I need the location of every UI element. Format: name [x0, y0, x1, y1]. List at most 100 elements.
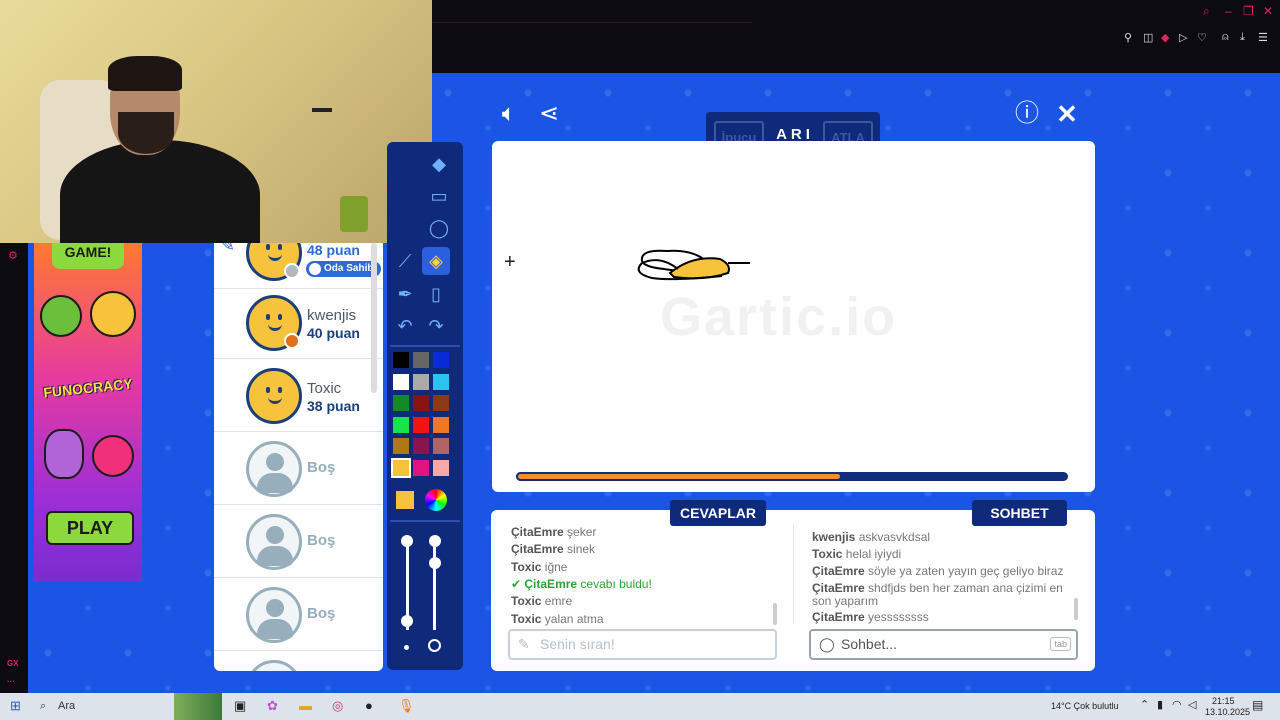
check-icon: ✔ [511, 576, 525, 591]
color-swatch[interactable] [433, 395, 449, 411]
tab-key-hint: tab [1050, 637, 1071, 651]
color-swatch[interactable] [413, 459, 429, 476]
opacity-knob[interactable] [429, 557, 441, 569]
chat-message: ÇitaEmre yessssssss [812, 611, 1070, 624]
message-author: ÇitaEmre [812, 610, 869, 624]
restore-icon[interactable]: ❐ [1243, 4, 1254, 18]
redo-tool-icon[interactable]: ↷ [422, 312, 450, 340]
page-tool-icon[interactable]: ▯ [422, 280, 450, 308]
play-icon[interactable]: ▷ [1179, 31, 1187, 44]
separator [390, 345, 460, 347]
small-brush-icon [404, 645, 409, 650]
heart-icon[interactable]: ♡ [1197, 31, 1207, 44]
search-icon: ⌕ [40, 700, 47, 712]
close-icon[interactable]: ✕ [1053, 100, 1081, 128]
color-swatch[interactable] [393, 352, 409, 368]
color-swatch[interactable] [391, 457, 411, 478]
volume-icon[interactable]: ◁ [1188, 698, 1196, 711]
player-row[interactable]: Toxic 38 puan [214, 360, 383, 432]
taskbar-search[interactable]: ⌕ Ara [34, 696, 174, 717]
ad-play-button[interactable]: PLAY [46, 511, 134, 545]
player-row[interactable]: ✎ 48 puan Oda Sahibi [214, 243, 383, 289]
color-swatch[interactable] [413, 352, 429, 368]
mic-tray-icon[interactable]: ▮ [1157, 698, 1163, 711]
chat-bubble-icon: ◯ [819, 636, 835, 652]
brush-size-knob[interactable] [401, 535, 413, 547]
sound-icon[interactable]: 🔈︎ [495, 100, 523, 128]
clock-time[interactable]: 21:15 [1212, 696, 1235, 706]
tray-chevron-icon[interactable]: ⌃ [1140, 698, 1149, 711]
opera-gx-icon[interactable]: ◎ [332, 698, 343, 714]
rectangle-tool-icon[interactable]: ▭ [425, 182, 453, 210]
weather[interactable]: 14°C Çok bulutlu [1051, 701, 1119, 711]
clock-date[interactable]: 13.10.2025 [1205, 707, 1250, 717]
obs-icon[interactable]: ● [365, 698, 373, 713]
undo-tool-icon[interactable]: ↶ [391, 312, 419, 340]
answers-scrollbar[interactable] [773, 603, 777, 625]
snapshot-icon[interactable]: ◫ [1143, 31, 1153, 44]
chat-message: Toxic helal iyiydi [812, 548, 1070, 561]
players-list: ✎ 48 puan Oda Sahibi kwenjis 40 puan Tox… [214, 243, 383, 671]
chat-scrollbar[interactable] [1074, 598, 1078, 620]
color-swatch[interactable] [433, 416, 449, 433]
pin-icon[interactable]: ⚲ [1124, 31, 1132, 44]
color-swatch[interactable] [413, 395, 429, 411]
microphone-app-icon[interactable]: 🎙︎ [398, 698, 415, 714]
info-icon[interactable]: ⓘ [1013, 100, 1041, 128]
color-swatch[interactable] [433, 438, 449, 454]
answer-placeholder: Senin sıran! [540, 636, 615, 652]
file-explorer-icon[interactable]: ▬ [299, 698, 312, 713]
color-picker-icon[interactable] [425, 489, 447, 511]
task-view-icon[interactable]: ▣ [234, 698, 246, 714]
color-swatch[interactable] [413, 373, 429, 390]
color-swatch[interactable] [393, 438, 409, 454]
more-icon[interactable]: ··· [7, 677, 15, 686]
color-swatch[interactable] [433, 373, 449, 390]
color-swatch[interactable] [433, 352, 449, 368]
download-icon[interactable]: ⤓ [1240, 31, 1245, 44]
notification-icon[interactable]: ▤ [1252, 698, 1263, 712]
drawing-pen-icon: ✎ [220, 243, 236, 255]
menu-icon[interactable]: ☰ [1258, 31, 1268, 44]
message-text: söyle ya zaten yayın geç geliyo biraz [868, 564, 1064, 578]
windows-start-icon[interactable]: ⊞ [10, 698, 21, 714]
drawing-canvas[interactable]: Gartic.io + [492, 141, 1095, 492]
chat-input[interactable]: ◯ Sohbet... tab [809, 629, 1078, 660]
players-scrollbar[interactable] [371, 243, 377, 393]
answer-message: Toxic yalan atma [511, 612, 604, 626]
color-swatch[interactable] [413, 438, 429, 454]
current-color-swatch [394, 489, 416, 511]
room-owner-badge: Oda Sahibi [306, 261, 382, 277]
answer-input[interactable]: ✎ Senin sıran! [508, 629, 777, 660]
ad-angry-icon [92, 435, 134, 477]
bucket-tool-icon[interactable]: ◈ [422, 247, 450, 275]
opacity-knob[interactable] [429, 535, 441, 547]
brush-size-knob[interactable] [401, 615, 413, 627]
share-icon[interactable]: ⋖ [535, 100, 563, 128]
search-icon[interactable]: ⌕ [1203, 4, 1210, 19]
color-swatch[interactable] [393, 373, 409, 390]
player-row[interactable]: kwenjis 40 puan [214, 287, 383, 359]
ad-banner[interactable]: GAME! FUNOCRACY PLAY [34, 243, 142, 582]
message-text: helal iyiydi [845, 547, 902, 561]
settings-icon[interactable]: ⚙ [8, 249, 18, 262]
webcam-overlay [0, 0, 432, 243]
separator [390, 520, 460, 522]
eyedropper-tool-icon[interactable]: ✒ [391, 280, 419, 308]
color-swatch[interactable] [413, 416, 429, 433]
minimize-icon[interactable]: – [1225, 4, 1232, 18]
color-swatch[interactable] [393, 416, 409, 433]
copilot-icon[interactable]: ✿ [267, 698, 278, 714]
close-window-icon[interactable]: ✕ [1263, 4, 1273, 18]
ellipse-tool-icon[interactable]: ◯ [425, 214, 453, 242]
color-swatch[interactable] [433, 459, 449, 476]
wifi-icon[interactable]: ◠ [1172, 698, 1182, 711]
color-swatch[interactable] [393, 395, 409, 411]
empty-slot: Boş [214, 506, 383, 578]
opacity-track[interactable] [433, 540, 436, 630]
pencil-icon: ✎ [518, 636, 530, 652]
fill-tool-icon[interactable]: ◆ [425, 150, 453, 178]
profile-icon[interactable]: ⍝ [1222, 31, 1229, 44]
line-tool-icon[interactable]: ⟋ [391, 247, 419, 275]
shield-icon[interactable]: ◆ [1161, 31, 1169, 44]
